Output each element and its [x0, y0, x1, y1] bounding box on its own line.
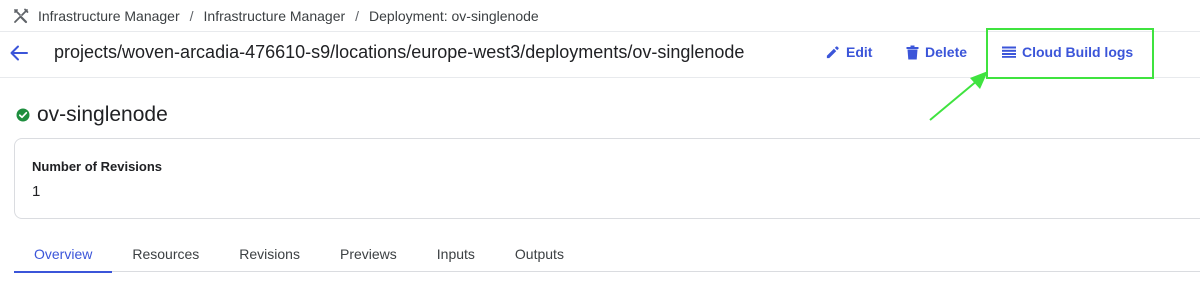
- delete-button-label: Delete: [925, 44, 968, 60]
- deployment-name: ov-singlenode: [37, 103, 168, 126]
- page-title: projects/woven-arcadia-476610-s9/locatio…: [54, 42, 745, 62]
- revisions-card: Number of Revisions 1: [14, 138, 1200, 219]
- tab-previews[interactable]: Previews: [320, 237, 417, 272]
- tab-overview[interactable]: Overview: [14, 237, 113, 273]
- breadcrumb-item-infrastructure-manager-2[interactable]: Infrastructure Manager: [204, 8, 346, 24]
- revisions-value: 1: [32, 183, 41, 200]
- tab-revisions[interactable]: Revisions: [219, 237, 320, 272]
- breadcrumb-separator: /: [189, 7, 194, 24]
- breadcrumb-separator: /: [355, 7, 360, 24]
- edit-button-label: Edit: [846, 44, 873, 60]
- arrow-back-icon: [10, 45, 28, 61]
- check-circle-icon: [16, 108, 30, 122]
- tab-resources[interactable]: Resources: [112, 237, 219, 272]
- tab-bar: Overview Resources Revisions Previews In…: [14, 237, 1200, 273]
- back-button[interactable]: [8, 42, 30, 64]
- edit-button[interactable]: Edit: [825, 44, 872, 60]
- deployment-title: ov-singlenode: [16, 103, 168, 127]
- revisions-label: Number of Revisions: [32, 159, 163, 174]
- infrastructure-manager-icon: [12, 7, 30, 25]
- delete-button[interactable]: Delete: [906, 44, 967, 60]
- pencil-icon: [826, 45, 839, 58]
- tab-inputs[interactable]: Inputs: [417, 237, 495, 272]
- highlight-box: [986, 28, 1154, 79]
- breadcrumb-item-deployment: Deployment: ov-singlenode: [369, 7, 539, 24]
- tab-outputs[interactable]: Outputs: [495, 237, 584, 272]
- trash-icon: [906, 45, 919, 59]
- breadcrumb-item-infrastructure-manager[interactable]: Infrastructure Manager: [38, 8, 180, 24]
